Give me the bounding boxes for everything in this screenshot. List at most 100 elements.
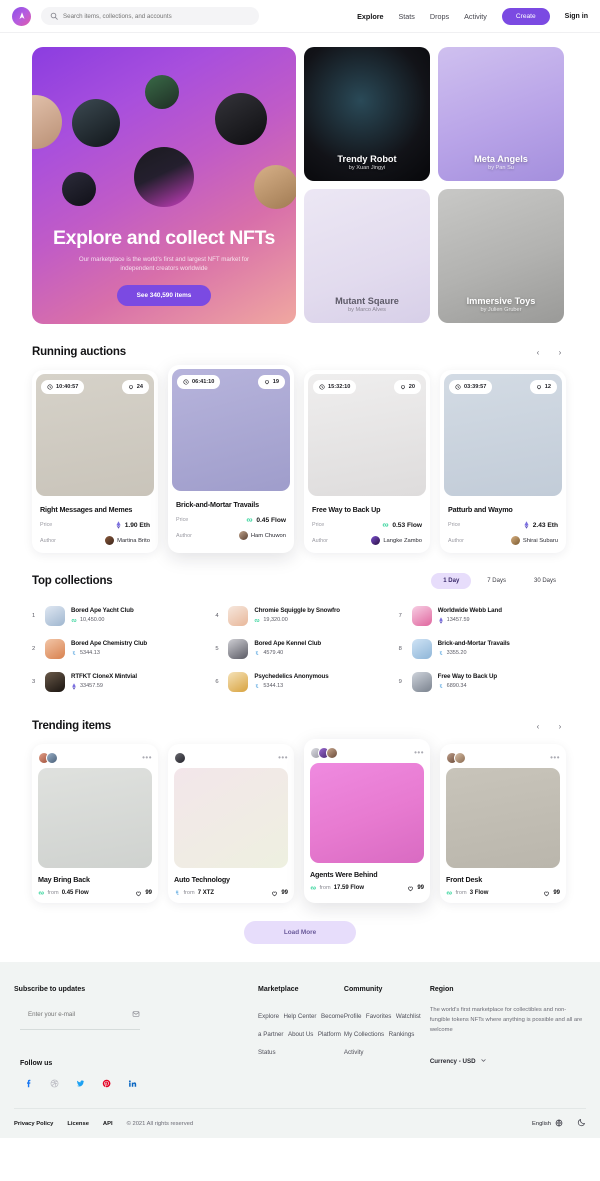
- auction-like-pill[interactable]: 12: [529, 380, 557, 394]
- trending-item-price: from 0.45 Flow: [38, 889, 89, 897]
- hero-card-author: by Julien Gruber: [480, 307, 522, 313]
- footer-link-rankings[interactable]: Rankings: [389, 1031, 415, 1038]
- xtz-icon: [256, 684, 259, 688]
- card-menu-icon[interactable]: •••: [414, 749, 424, 757]
- auction-like-pill[interactable]: 19: [257, 375, 285, 389]
- logo-mark-icon[interactable]: [12, 6, 31, 26]
- xtz-icon: [72, 651, 76, 655]
- collection-row[interactable]: 5 Bored Ape Kennel Club 4579.40: [215, 632, 384, 665]
- auction-author[interactable]: Shirai Subaru: [510, 536, 558, 545]
- collection-row[interactable]: 8 Brick-and-Mortar Travails 3355.20: [399, 632, 568, 665]
- hero-bubble-5: [62, 172, 96, 206]
- auction-card[interactable]: 15:32:10 20 Free Way to Back Up Price 0.…: [304, 370, 430, 553]
- footer-link-explore[interactable]: Explore: [258, 1013, 279, 1020]
- collection-row[interactable]: 9 Free Way to Back Up 6890.34: [399, 665, 568, 698]
- send-email-icon[interactable]: [132, 1005, 140, 1023]
- auction-card[interactable]: 10:40:57 24 Right Messages and Memes Pri…: [32, 370, 158, 553]
- auction-like-pill[interactable]: 20: [393, 380, 421, 394]
- auction-timer: 03:39:57: [464, 384, 487, 390]
- auction-like-pill[interactable]: 24: [121, 380, 149, 394]
- footer-link-my-collections[interactable]: My Collections: [344, 1031, 384, 1038]
- search-box[interactable]: [41, 7, 259, 25]
- collection-thumbnail: [228, 638, 249, 659]
- price-label: Price: [176, 517, 189, 523]
- create-button[interactable]: Create: [501, 7, 550, 25]
- collection-row[interactable]: 7 Worldwide Webb Land 13457.59: [399, 599, 568, 632]
- trending-item-price: from 3 Flow: [446, 889, 488, 897]
- trending-card[interactable]: ••• Front Desk from 3 Flow 99: [440, 744, 566, 903]
- card-menu-icon[interactable]: •••: [142, 754, 152, 762]
- auctions-next-button[interactable]: ›: [552, 344, 568, 360]
- theme-toggle-icon[interactable]: [577, 1118, 586, 1129]
- currency-selector[interactable]: Currency - USD: [430, 1057, 586, 1066]
- trending-item-likes[interactable]: 99: [271, 890, 288, 897]
- hero-card-trendy-robot[interactable]: Trendy Robot by Xuan Jingyi: [304, 47, 430, 181]
- collection-value: 3355.20: [438, 650, 510, 657]
- collection-row[interactable]: 1 Bored Ape Yacht Club 10,450.00: [32, 599, 201, 632]
- auction-card[interactable]: 03:39:57 12 Patturb and Waymo Price 2.43…: [440, 370, 566, 553]
- hero-banner[interactable]: Explore and collect NFTs Our marketplace…: [32, 47, 296, 324]
- language-selector[interactable]: English: [532, 1118, 563, 1129]
- footer-link-watchlist[interactable]: Watchlist: [396, 1013, 421, 1020]
- chevron-down-icon: [480, 1057, 487, 1066]
- hero-bubble-7: [254, 165, 296, 209]
- flow-icon: [38, 891, 44, 895]
- sign-in-link[interactable]: Sign in: [565, 13, 588, 20]
- trending-card[interactable]: ••• Agents Were Behind from 17.59 Flow 9…: [304, 739, 430, 903]
- privacy-policy-link[interactable]: Privacy Policy: [14, 1121, 53, 1127]
- trending-prev-button[interactable]: ‹: [530, 718, 546, 734]
- collection-row[interactable]: 2 Bored Ape Chemistry Club 5344.13: [32, 632, 201, 665]
- facebook-icon[interactable]: [24, 1079, 33, 1088]
- card-menu-icon[interactable]: •••: [550, 754, 560, 762]
- nav-stats[interactable]: Stats: [399, 12, 415, 21]
- footer-link-favorites[interactable]: Favorites: [366, 1013, 391, 1020]
- dribbble-icon[interactable]: [50, 1079, 59, 1088]
- nav-activity[interactable]: Activity: [464, 12, 487, 21]
- tab-30-days[interactable]: 30 Days: [522, 573, 568, 589]
- auction-card[interactable]: 06:41:10 19 Brick-and-Mortar Travails Pr…: [168, 365, 294, 553]
- tab-1-day[interactable]: 1 Day: [431, 573, 472, 589]
- nav-drops[interactable]: Drops: [430, 12, 449, 21]
- collection-row[interactable]: 6 Psychedelics Anonymous 5344.13: [215, 665, 384, 698]
- twitter-icon[interactable]: [76, 1079, 85, 1088]
- footer-link-activity[interactable]: Activity: [344, 1049, 364, 1056]
- linkedin-icon[interactable]: [128, 1079, 137, 1088]
- trending-card[interactable]: ••• May Bring Back from 0.45 Flow 99: [32, 744, 158, 903]
- trending-card[interactable]: ••• Auto Technology from 7 XTZ 99: [168, 744, 294, 903]
- auction-timer: 15:32:10: [328, 384, 351, 390]
- trending-item-likes[interactable]: 99: [135, 890, 152, 897]
- footer-subscribe-column: Subscribe to updates Follow us: [14, 986, 258, 1088]
- hero-cta-button[interactable]: See 340,590 items: [116, 285, 212, 306]
- hero-card-immersive-toys[interactable]: Immersive Toys by Julien Gruber: [438, 189, 564, 323]
- pinterest-icon[interactable]: [102, 1079, 111, 1088]
- collection-value: 5344.13: [71, 650, 147, 657]
- footer-link-about-us[interactable]: About Us: [288, 1031, 313, 1038]
- search-input[interactable]: [63, 12, 250, 20]
- hero-card-meta-angels[interactable]: Meta Angels by Pan Su: [438, 47, 564, 181]
- collection-row[interactable]: 3 RTFKT CloneX Mintvial 33457.59: [32, 665, 201, 698]
- collection-value: 5344.13: [254, 683, 328, 690]
- auction-author[interactable]: Ham Chuwon: [238, 531, 286, 540]
- load-more-button[interactable]: Load More: [243, 921, 357, 944]
- email-subscribe-box[interactable]: [20, 1005, 140, 1030]
- hero-bubble-1: [32, 95, 62, 149]
- hero-card-mutant-sqaure[interactable]: Mutant Sqaure by Marco Alves: [304, 189, 430, 323]
- auction-author[interactable]: Martina Brito: [105, 536, 150, 545]
- api-link[interactable]: API: [103, 1121, 113, 1127]
- license-link[interactable]: License: [67, 1121, 89, 1127]
- nav-explore[interactable]: Explore: [357, 12, 383, 21]
- trending-item-likes[interactable]: 99: [543, 890, 560, 897]
- card-menu-icon[interactable]: •••: [278, 754, 288, 762]
- trending-item-likes[interactable]: 99: [407, 885, 424, 892]
- tab-7-days[interactable]: 7 Days: [475, 573, 518, 589]
- collection-name: Brick-and-Mortar Travails: [437, 640, 510, 648]
- collection-row[interactable]: 4 Chromie Squiggle by Snowfro 19,320.00: [215, 599, 384, 632]
- trending-next-button[interactable]: ›: [552, 718, 568, 734]
- email-field[interactable]: [28, 1010, 132, 1018]
- auction-author[interactable]: Langke Zambo: [371, 536, 422, 545]
- footer-link-help-center[interactable]: Help Center: [283, 1013, 316, 1020]
- collection-thumbnail: [45, 605, 65, 626]
- footer-link-profile[interactable]: Profile: [344, 1013, 362, 1020]
- auctions-prev-button[interactable]: ‹: [530, 344, 546, 360]
- footer-community-column: Community Profile Favorites Watchlist My…: [344, 986, 430, 1088]
